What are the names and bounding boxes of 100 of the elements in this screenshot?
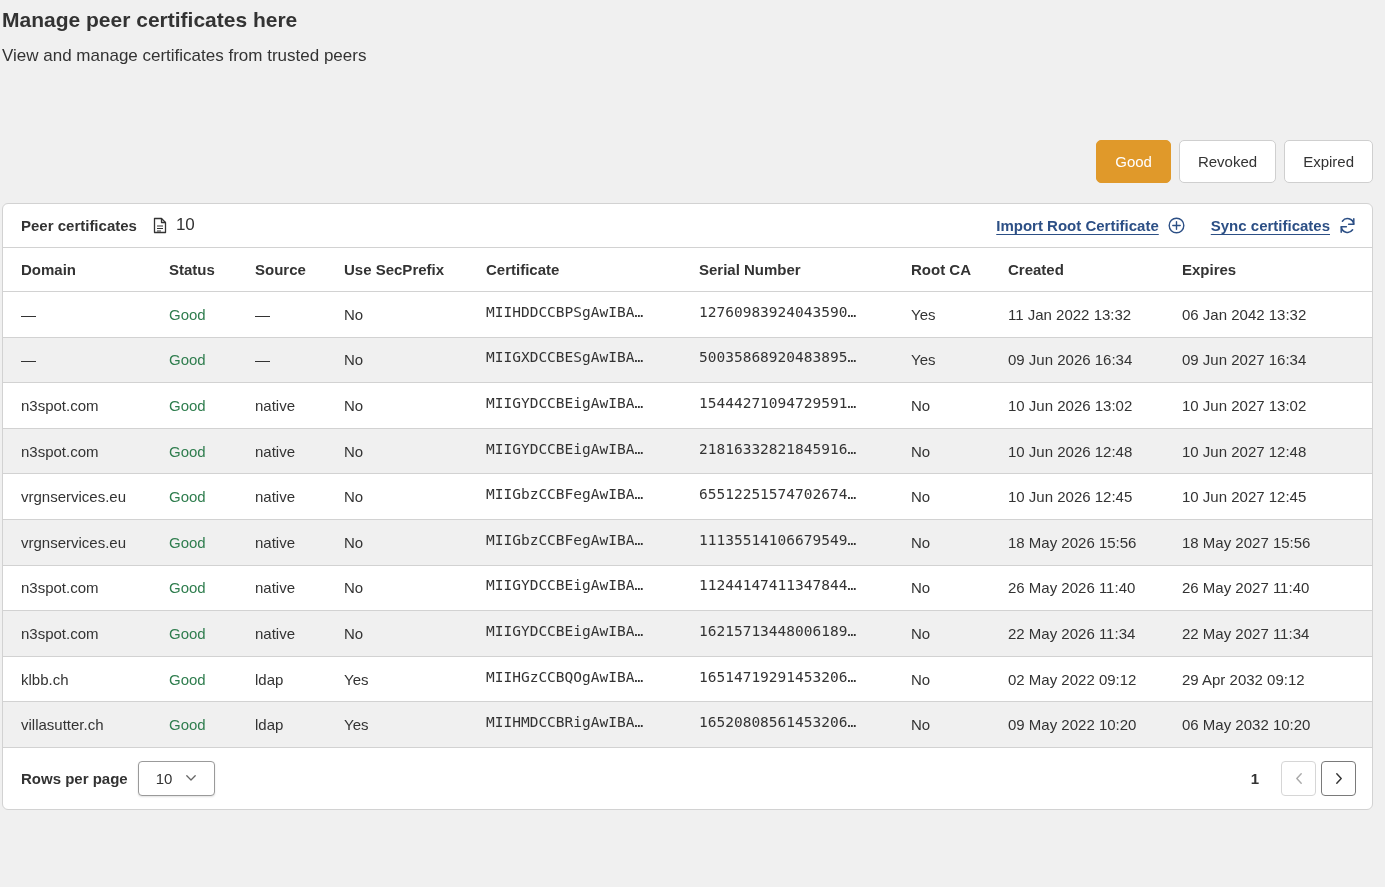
- table-cell: Good: [151, 428, 237, 474]
- table-cell: vrgnservices.eu: [3, 473, 151, 520]
- table-cell: Good: [151, 473, 237, 520]
- table-cell: —: [3, 337, 151, 383]
- table-cell: ldap: [237, 656, 326, 702]
- table-cell: —: [237, 337, 326, 383]
- table-cell: No: [893, 428, 990, 474]
- table-cell: No: [893, 519, 990, 566]
- certificate-count: 10: [175, 214, 195, 235]
- table-cell: 65512251574702674…: [681, 473, 893, 520]
- table-cell: MIIGbzCCBFegAwIBA…: [468, 473, 681, 520]
- table-cell: Good: [151, 610, 237, 657]
- sync-certificates-link[interactable]: Sync certificates: [1210, 217, 1330, 234]
- plus-circle-icon[interactable]: [1167, 217, 1185, 234]
- table-cell: 10 Jun 2027 12:48: [1164, 428, 1372, 474]
- rows-per-page-select[interactable]: 10: [137, 760, 215, 796]
- table-cell: No: [326, 610, 468, 657]
- table-cell: 21816332821845916…: [681, 428, 893, 474]
- table-cell: Yes: [326, 656, 468, 702]
- table-cell: —: [237, 291, 326, 338]
- table-cell: 09 Jun 2026 16:34: [990, 337, 1164, 383]
- table-cell: No: [893, 656, 990, 702]
- table-cell: No: [893, 473, 990, 520]
- table-cell: Good: [151, 382, 237, 429]
- next-page-button[interactable]: [1321, 760, 1356, 796]
- table-cell: No: [893, 701, 990, 748]
- table-cell: 10 Jun 2026 12:48: [990, 428, 1164, 474]
- table-cell: 12760983924043590…: [681, 291, 893, 338]
- table-cell: 11244147411347844…: [681, 565, 893, 611]
- table-cell: vrgnservices.eu: [3, 519, 151, 566]
- column-header: Root CA: [893, 248, 990, 292]
- table-cell: MIIGYDCCBEigAwIBA…: [468, 565, 681, 611]
- current-page-number: 1: [1250, 769, 1259, 787]
- table-cell: 22 May 2027 11:34: [1164, 610, 1372, 657]
- table-cell: 22 May 2026 11:34: [990, 610, 1164, 657]
- table-cell: Yes: [893, 291, 990, 338]
- import-certificate-link[interactable]: Import Root Certificate: [996, 217, 1159, 234]
- table-cell: 16215713448006189…: [681, 610, 893, 657]
- page-title: Manage peer certificates here: [2, 7, 299, 33]
- table-cell: n3spot.com: [3, 565, 151, 611]
- chevron-left-icon: [1295, 772, 1302, 784]
- table-cell: MIIGYDCCBEigAwIBA…: [468, 382, 681, 429]
- table-cell: 02 May 2022 09:12: [990, 656, 1164, 702]
- table-cell: Good: [151, 337, 237, 383]
- table-cell: No: [326, 291, 468, 338]
- table-cell: MIIGYDCCBEigAwIBA…: [468, 610, 681, 657]
- circular-arrows-icon[interactable]: [1339, 217, 1356, 234]
- document-icon: [152, 217, 167, 234]
- table-cell: n3spot.com: [3, 610, 151, 657]
- column-header: Serial Number: [681, 248, 893, 292]
- table-cell: 50035868920483895…: [681, 337, 893, 383]
- chevron-down-icon: [186, 775, 197, 782]
- table-cell: villasutter.ch: [3, 701, 151, 748]
- page-subtitle: View and manage certificates from trusted peers: [2, 45, 368, 67]
- table-cell: native: [237, 565, 326, 611]
- table-cell: 16514719291453206…: [681, 656, 893, 702]
- table-cell: 18 May 2026 15:56: [990, 519, 1164, 566]
- table-cell: native: [237, 382, 326, 429]
- table-cell: Yes: [326, 701, 468, 748]
- table-cell: Good: [151, 291, 237, 338]
- column-header: Expires: [1164, 248, 1372, 292]
- table-cell: No: [326, 519, 468, 566]
- table-cell: 18 May 2027 15:56: [1164, 519, 1372, 566]
- table-cell: klbb.ch: [3, 656, 151, 702]
- table-cell: 10 Jun 2026 12:45: [990, 473, 1164, 520]
- table-cell: No: [893, 382, 990, 429]
- status-filter-button[interactable]: Expired: [1284, 140, 1373, 183]
- column-header: Created: [990, 248, 1164, 292]
- table-cell: MIIHMDCCBRigAwIBA…: [468, 701, 681, 748]
- column-header: Domain: [3, 248, 151, 292]
- chevron-right-icon: [1335, 772, 1342, 784]
- table-cell: 10 Jun 2026 13:02: [990, 382, 1164, 429]
- column-header: Status: [151, 248, 237, 292]
- status-filter-button[interactable]: Revoked: [1178, 140, 1277, 183]
- table-cell: No: [326, 428, 468, 474]
- table-cell: ldap: [237, 701, 326, 748]
- table-cell: MIIHGzCCBQOgAwIBA…: [468, 656, 681, 702]
- table-cell: 06 Jan 2042 13:32: [1164, 291, 1372, 338]
- table-cell: Good: [151, 656, 237, 702]
- table-cell: 26 May 2027 11:40: [1164, 565, 1372, 611]
- table-cell: n3spot.com: [3, 428, 151, 474]
- table-cell: native: [237, 428, 326, 474]
- table-cell: MIIGXDCCBESgAwIBA…: [468, 337, 681, 383]
- table-cell: 09 May 2022 10:20: [990, 701, 1164, 748]
- card-title: Peer certificates: [21, 217, 137, 234]
- table-cell: No: [893, 610, 990, 657]
- column-header: Certificate: [468, 248, 681, 292]
- table-cell: 26 May 2026 11:40: [990, 565, 1164, 611]
- table-cell: —: [3, 291, 151, 338]
- table-cell: Good: [151, 519, 237, 566]
- table-cell: 16520808561453206…: [681, 701, 893, 748]
- table-cell: 10 Jun 2027 12:45: [1164, 473, 1372, 520]
- table-cell: MIIGbzCCBFegAwIBA…: [468, 519, 681, 566]
- table-cell: 09 Jun 2027 16:34: [1164, 337, 1372, 383]
- table-cell: native: [237, 473, 326, 520]
- table-cell: 06 May 2032 10:20: [1164, 701, 1372, 748]
- table-cell: Yes: [893, 337, 990, 383]
- column-header: Use SecPrefix: [326, 248, 468, 292]
- table-cell: 10 Jun 2027 13:02: [1164, 382, 1372, 429]
- table-cell: n3spot.com: [3, 382, 151, 429]
